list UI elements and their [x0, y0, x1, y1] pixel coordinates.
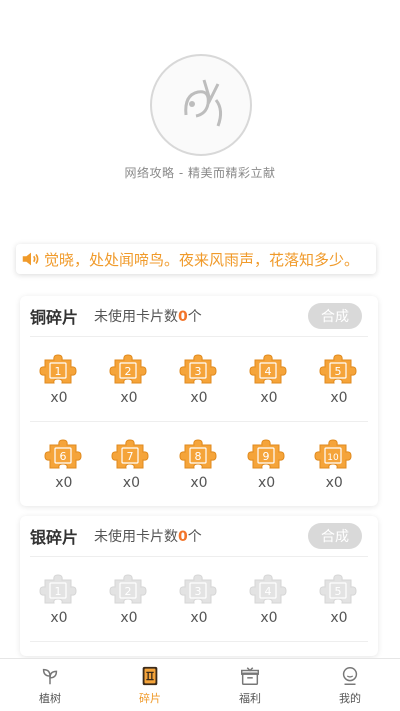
logo-caption: 网络攻略 - 精美而精彩立献: [124, 166, 276, 180]
piece-count: x0: [55, 475, 73, 491]
piece-count: x0: [50, 390, 68, 406]
app-logo: [150, 54, 252, 156]
piece-number: 5: [335, 365, 342, 378]
gift-icon: [241, 666, 259, 685]
fragment-piece[interactable]: 4 x0: [244, 352, 294, 406]
puzzle-piece-icon: 4: [249, 354, 287, 384]
piece-row-partial: [30, 641, 368, 656]
unused-count: 0: [178, 529, 188, 545]
fragment-piece[interactable]: 9 x0: [242, 437, 292, 491]
puzzle-piece-icon: 1: [39, 354, 77, 384]
piece-count: x0: [50, 610, 68, 626]
tab-welfare[interactable]: 福利: [200, 659, 300, 711]
notice-text: 觉晓，处处闻啼鸟。夜来风雨声，花落知多少。: [44, 250, 360, 269]
fragment-piece[interactable]: 8 x0: [174, 437, 224, 491]
piece-number: 6: [59, 450, 66, 463]
unused-count-text: 未使用卡片数0个: [94, 529, 202, 545]
fragment-piece[interactable]: 7 x0: [106, 437, 156, 491]
piece-number: 3: [195, 585, 202, 598]
fragment-piece[interactable]: 4 x0: [244, 572, 294, 626]
fragment-piece[interactable]: 2 x0: [104, 572, 154, 626]
fragment-piece[interactable]: 3 x0: [174, 572, 224, 626]
piece-count: x0: [325, 475, 343, 491]
fragment-piece[interactable]: 10 x0: [309, 437, 359, 491]
puzzle-piece-icon: 2: [109, 354, 147, 384]
profile-icon: [342, 666, 358, 685]
piece-number: 1: [55, 365, 62, 378]
merge-button[interactable]: 合成: [308, 523, 362, 549]
piece-count: x0: [190, 390, 208, 406]
piece-count: x0: [190, 475, 208, 491]
tab-label: 碎片: [139, 691, 161, 705]
speaker-icon: [22, 252, 39, 266]
piece-count: x0: [330, 610, 348, 626]
puzzle-piece-icon: 3: [179, 574, 217, 604]
piece-number: 10: [327, 453, 339, 463]
fragment-piece[interactable]: 5 x0: [314, 572, 364, 626]
piece-number: 8: [194, 450, 201, 463]
merge-button[interactable]: 合成: [308, 303, 362, 329]
fragment-piece[interactable]: 6 x0: [39, 437, 89, 491]
tab-label: 植树: [39, 691, 61, 705]
piece-number: 3: [195, 365, 202, 378]
puzzle-piece-icon: 4: [249, 574, 287, 604]
unused-count-text: 未使用卡片数0个: [94, 309, 202, 325]
piece-count: x0: [120, 390, 138, 406]
piece-number: 1: [55, 585, 62, 598]
piece-count: x0: [260, 390, 278, 406]
piece-count: x0: [260, 610, 278, 626]
puzzle-piece-icon: 7: [111, 439, 149, 469]
piece-row: 6 x0 7 x0 8 x0 9 x0 10 x0: [30, 421, 368, 506]
fragment-piece[interactable]: 2 x0: [104, 352, 154, 406]
card-icon: [142, 666, 158, 685]
puzzle-piece-icon: 9: [247, 439, 285, 469]
copper-fragment-card: 铜碎片 未使用卡片数0个 合成 1 x0 2 x0 3 x0 4 x0 5 x0 6 x0 7 x0 8 x…: [20, 296, 378, 506]
fragment-piece[interactable]: 5 x0: [314, 352, 364, 406]
tab-label: 福利: [239, 691, 261, 705]
piece-row: 1 x0 2 x0 3 x0 4 x0 5 x0: [20, 557, 378, 641]
piece-count: x0: [190, 610, 208, 626]
puzzle-piece-icon: 5: [319, 354, 357, 384]
fragment-piece[interactable]: 1 x0: [34, 352, 84, 406]
piece-number: 4: [265, 585, 272, 598]
tab-plant[interactable]: 植树: [0, 659, 100, 711]
piece-number: 2: [125, 365, 132, 378]
piece-number: 2: [125, 585, 132, 598]
tab-label: 我的: [339, 691, 361, 705]
bottom-tab-bar: 植树 碎片 福利 我的: [0, 658, 400, 711]
copper-card-header: 铜碎片 未使用卡片数0个 合成: [30, 296, 368, 337]
logo-icon: [184, 79, 223, 127]
piece-row: 1 x0 2 x0 3 x0 4 x0 5 x0: [20, 337, 378, 421]
silver-card-header: 银碎片 未使用卡片数0个 合成: [30, 516, 368, 557]
silver-fragment-card: 银碎片 未使用卡片数0个 合成 1 x0 2 x0 3 x0 4 x0 5 x0: [20, 516, 378, 656]
puzzle-piece-icon: 2: [109, 574, 147, 604]
fragment-piece[interactable]: 3 x0: [174, 352, 224, 406]
notice-marquee: 觉晓，处处闻啼鸟。夜来风雨声，花落知多少。: [16, 244, 376, 274]
piece-number: 4: [265, 365, 272, 378]
puzzle-piece-icon: 6: [44, 439, 82, 469]
piece-count: x0: [120, 610, 138, 626]
puzzle-piece-icon: 8: [179, 439, 217, 469]
piece-number: 5: [335, 585, 342, 598]
fragment-piece[interactable]: 1 x0: [34, 572, 84, 626]
tab-fragments[interactable]: 碎片: [100, 659, 200, 711]
piece-count: x0: [122, 475, 140, 491]
card-title: 铜碎片: [30, 308, 79, 327]
piece-count: x0: [257, 475, 276, 491]
card-title: 银碎片: [30, 528, 79, 547]
piece-count: x0: [330, 390, 348, 406]
puzzle-piece-icon: 3: [179, 354, 217, 384]
tab-mine[interactable]: 我的: [300, 659, 400, 711]
sprout-icon: [42, 668, 58, 684]
puzzle-piece-icon: 10: [314, 439, 352, 469]
piece-number: 9: [262, 450, 269, 463]
puzzle-piece-icon: 1: [39, 574, 77, 604]
piece-number: 7: [127, 450, 134, 463]
logo-area: 网络攻略 - 精美而精彩立献: [0, 48, 400, 188]
puzzle-piece-icon: 5: [319, 574, 357, 604]
unused-count: 0: [178, 309, 188, 325]
